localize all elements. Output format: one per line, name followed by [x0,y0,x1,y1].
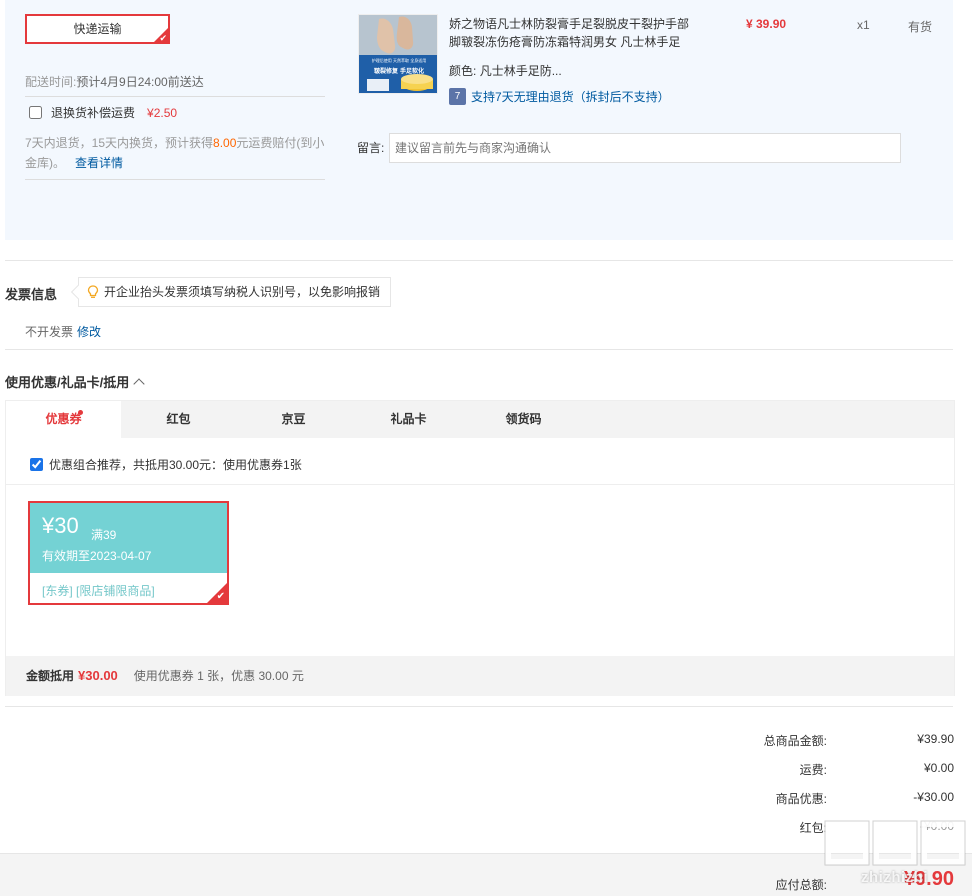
total-row: 运费: ¥0.00 [734,758,954,778]
discount-summary-amount: ¥30.00 [78,668,118,683]
remark-input[interactable] [389,133,901,163]
total-row-value: ¥39.90 [917,732,954,746]
product-photo: 护理后使用 天然萃取 全身适用 皲裂修复 手足软化 [359,15,437,93]
watermark-text: zhizhizhi [861,869,928,886]
product-image[interactable]: 护理后使用 天然萃取 全身适用 皲裂修复 手足软化 [358,14,438,94]
coupon-card-header: ¥30 满39 有效期至2023-04-07 [30,503,227,573]
invoice-tip: 开企业抬头发票须填写纳税人识别号，以免影响报销 [70,277,392,307]
shipping-method-label: 快递运输 [73,22,122,36]
coupon-tags: [东券] [限店铺限商品] [42,584,155,598]
discount-summary-desc: 使用优惠券 1 张，优惠 30.00 元 [133,669,304,683]
invoice-edit-link[interactable]: 修改 [77,325,101,339]
discount-summary: 金额抵用 ¥30.00 使用优惠券 1 张，优惠 30.00 元 [6,656,954,696]
new-dot-indicator [78,410,83,415]
tab-redeem-code[interactable]: 领货码 [466,401,581,438]
total-row-label: 总商品金额: [763,734,827,748]
divider [25,179,325,180]
chevron-up-icon [133,378,145,390]
check-icon: ✔ [216,591,225,602]
product-name-link[interactable]: 娇之物语凡士林防裂膏手足裂脱皮干裂护手部脚皲裂冻伤疮膏防冻霜特润男女 凡士林手足 [449,15,694,51]
watermark: zhizhizhi [822,818,967,893]
tab-label: 京豆 [281,412,306,426]
watermark-logo [824,820,966,866]
product-image-text-top: 护理后使用 天然萃取 全身适用 [372,57,427,63]
coupon-amount: ¥30 [42,513,79,538]
discount-summary-label: 金额抵用 [26,669,75,683]
discount-tabs: 优惠券 红包 京豆 礼品卡 领货码 [6,401,954,438]
insurance-desc-amount: 8.00 [213,136,237,150]
invoice-tip-text: 开企业抬头发票须填写纳税人识别号，以免影响报销 [104,285,381,299]
tab-label: 礼品卡 [390,412,427,426]
insurance-desc-text: 7天内退货，15天内换货，预计获得 [25,136,214,150]
total-row-value: -¥30.00 [913,790,954,804]
insurance-detail-link[interactable]: 查看详情 [75,156,123,170]
tab-gift-card[interactable]: 礼品卡 [351,401,466,438]
total-row-label: 运费: [799,763,827,777]
return-insurance-checkbox[interactable] [29,106,42,119]
coupon-condition: 满39 [91,528,117,542]
tab-coupons[interactable]: 优惠券 [6,401,121,438]
section-divider [5,260,953,261]
discount-section-toggle[interactable]: 使用优惠/礼品卡/抵用 [5,372,145,391]
delivery-time: 配送时间:预计4月9日24:00前送达 [25,73,204,90]
invoice-value: 不开发票 修改 [25,323,101,340]
divider [6,484,954,485]
return-insurance-description: 7天内退货，15天内换货，预计获得8.00元运费赔付(到小金库)。 查看详情 [25,133,330,173]
return-insurance-price: ¥2.50 [147,105,178,120]
tab-jd-beans[interactable]: 京豆 [236,401,351,438]
check-icon: ✔ [159,33,167,43]
product-stock-status: 有货 [908,20,933,34]
return-policy-text: 支持7天无理由退货（拆封后不支持） [471,90,670,104]
delivery-time-value: 预计4月9日24:00前送达 [76,75,204,89]
product-image-text-mid: 皲裂修复 手足软化 [374,67,424,75]
total-row: 总商品金额: ¥39.90 [734,729,954,749]
coupon-recommendation-text: 优惠组合推荐，共抵用30.00元：使用优惠券1张 [49,458,302,472]
total-row: 商品优惠: -¥30.00 [734,787,954,807]
section-divider [5,706,953,707]
invoice-title: 发票信息 [5,287,58,302]
product-quantity: x1 [857,18,870,32]
product-price: ¥ 39.90 [746,17,787,31]
section-divider [5,349,953,350]
lightbulb-icon [87,285,99,298]
tab-red-packet[interactable]: 红包 [121,401,236,438]
tab-label: 红包 [166,412,191,426]
tip-arrow [70,284,86,300]
total-row-value: ¥0.00 [923,761,954,775]
product-color: 颜色: 凡士林手足防... [449,62,562,79]
coupon-recommendation: 优惠组合推荐，共抵用30.00元：使用优惠券1张 [30,456,302,473]
return-insurance-label: 退换货补偿运费 [51,106,136,120]
discount-section-title: 使用优惠/礼品卡/抵用 [5,375,130,390]
coupon-card[interactable]: ¥30 满39 有效期至2023-04-07 [东券] [限店铺限商品] ✔ [28,501,229,605]
coupon-expiry: 有效期至2023-04-07 [42,549,152,563]
return-insurance-row: 退换货补偿运费 ¥2.50 [29,104,177,121]
seven-day-return-icon: 7 [449,88,466,105]
delivery-time-label: 配送时间: [25,75,77,89]
shipping-method-express-button[interactable]: 快递运输 ✔ [25,14,170,44]
divider [25,96,325,97]
invoice-type: 不开发票 [25,325,74,339]
product-color-value: 凡士林手足防... [479,64,562,78]
product-color-label: 颜色: [449,64,477,78]
coupon-recommendation-checkbox[interactable] [30,458,43,471]
payable-label: 应付总额: [775,878,827,892]
total-row-label: 商品优惠: [775,792,827,806]
discount-panel: 优惠券 红包 京豆 礼品卡 领货码 优惠组合推荐，共抵用30.00元：使用优惠券… [5,400,955,696]
tab-label: 领货码 [505,412,542,426]
remark-label: 留言: [357,141,385,155]
tab-label: 优惠券 [45,412,82,426]
return-policy[interactable]: 7 支持7天无理由退货（拆封后不支持） [449,88,670,105]
